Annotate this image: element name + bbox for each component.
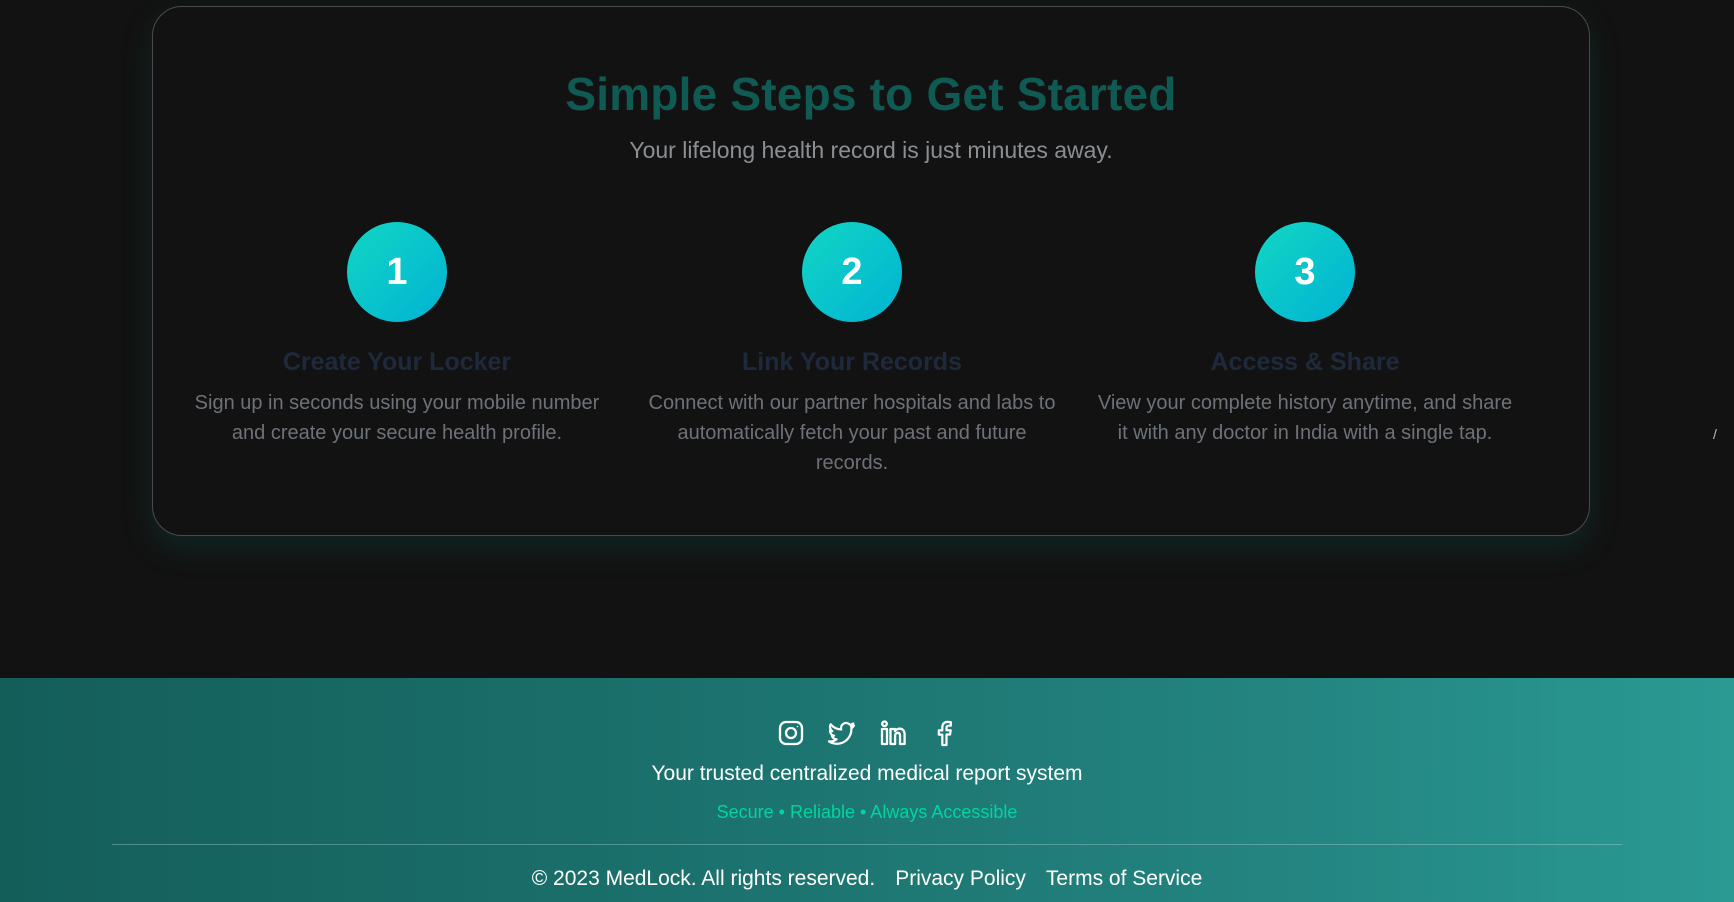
step-card-access-share: 3 Access & Share View your complete hist… (1095, 222, 1515, 448)
social-links (0, 718, 1734, 748)
step-description: View your complete history anytime, and … (1097, 392, 1513, 444)
footer-tagline: Your trusted centralized medical report … (651, 762, 1083, 785)
step-number-badge: 1 (347, 222, 447, 322)
terms-of-service-link[interactable]: Terms of Service (1046, 867, 1202, 891)
step-title: Link Your Records (742, 348, 962, 376)
steps-section: Simple Steps to Get Started Your lifelon… (152, 6, 1590, 536)
step-title: Access & Share (1210, 348, 1400, 376)
site-footer: Your trusted centralized medical report … (0, 678, 1734, 902)
step-card-create-locker: 1 Create Your Locker Sign up in seconds … (187, 222, 607, 448)
step-description: Connect with our partner hospitals and l… (648, 392, 1056, 474)
section-subtitle: Your lifelong health record is just minu… (629, 137, 1113, 163)
footer-subtext: Secure • Reliable • Always Accessible (716, 802, 1018, 822)
footer-divider (112, 844, 1622, 845)
section-title: Simple Steps to Get Started (565, 68, 1177, 120)
footer-bottom-bar: © 2023 MedLock. All rights reserved. Pri… (0, 867, 1734, 891)
instagram-icon[interactable] (776, 718, 806, 748)
step-number-badge: 2 (802, 222, 902, 322)
privacy-policy-link[interactable]: Privacy Policy (895, 867, 1026, 891)
copyright-text: © 2023 MedLock. All rights reserved. (531, 867, 876, 890)
step-description: Sign up in seconds using your mobile num… (194, 392, 600, 444)
step-title: Create Your Locker (282, 348, 512, 376)
step-number-badge: 3 (1255, 222, 1355, 322)
twitter-icon[interactable] (827, 718, 857, 748)
facebook-icon[interactable] (929, 718, 959, 748)
step-card-link-records: 2 Link Your Records Connect with our par… (642, 222, 1062, 478)
edge-mark: / (1713, 426, 1717, 442)
linkedin-icon[interactable] (878, 718, 908, 748)
